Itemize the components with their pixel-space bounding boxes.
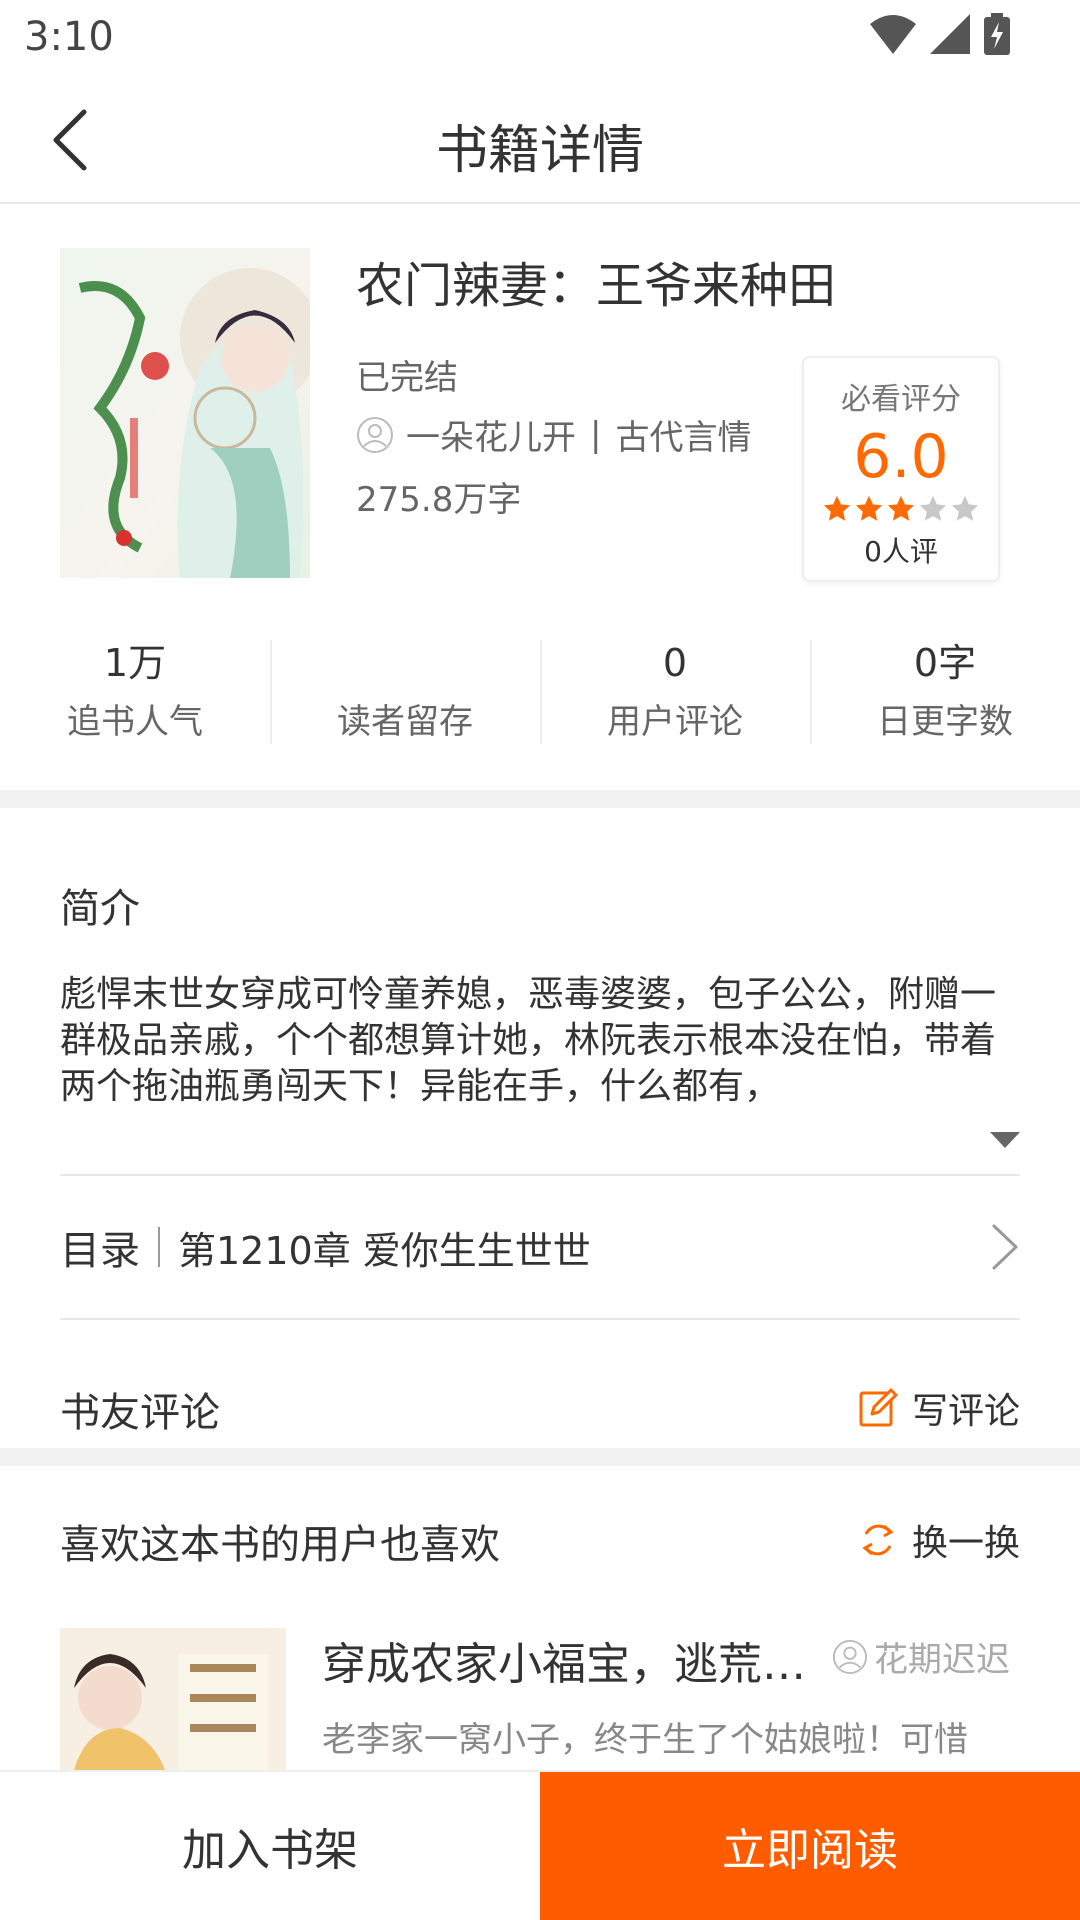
book-cover[interactable]: [60, 248, 310, 578]
bottom-bar: 加入书架 立即阅读: [0, 1770, 1080, 1920]
star-filled-icon: [887, 495, 915, 521]
toc-row[interactable]: 目录 第1210章 爱你生生世世: [60, 1192, 1020, 1302]
recommend-author-name: 花期迟迟: [874, 1640, 1010, 1680]
stats-row: 1万 追书人气 读者留存 0 用户评论 0字 日更字数: [0, 638, 1080, 746]
battery-charging-icon: [984, 13, 1010, 59]
stat-label: 日更字数: [877, 702, 1013, 742]
triangle-down-icon: [990, 1132, 1020, 1152]
recommend-title: 喜欢这本书的用户也喜欢: [60, 1522, 500, 1568]
write-comment-label: 写评论: [911, 1391, 1020, 1432]
intro-text[interactable]: 彪悍末世女穿成可怜童养媳，恶毒婆婆，包子公公，附赠一群极品亲戚，个个都想算计她，…: [60, 972, 1020, 1110]
stat-popularity: 1万 追书人气: [0, 638, 270, 746]
status-icons: [870, 13, 1010, 59]
wifi-icon: [870, 14, 916, 58]
rating-count: 0人评: [864, 535, 938, 568]
status-bar: 3:10: [0, 0, 1080, 72]
recommend-cover[interactable]: [60, 1628, 286, 1788]
rating-score: 6.0: [853, 422, 949, 492]
comments-title: 书友评论: [60, 1390, 220, 1436]
refresh-label: 换一换: [911, 1523, 1020, 1564]
write-comment-button[interactable]: 写评论: [858, 1382, 1020, 1434]
stat-value: 0: [662, 641, 688, 685]
edit-icon: [858, 1388, 912, 1428]
star-filled-icon: [823, 495, 851, 521]
chevron-right-icon: [990, 1222, 1020, 1276]
add-to-shelf-button[interactable]: 加入书架: [0, 1772, 540, 1920]
status-time: 3:10: [24, 14, 114, 60]
refresh-recommend-button[interactable]: 换一换: [858, 1514, 1020, 1566]
recommend-author: 花期迟迟: [832, 1632, 1010, 1681]
refresh-icon: [858, 1520, 912, 1560]
divider: [60, 1174, 1020, 1176]
stat-daily-words: 0字 日更字数: [810, 638, 1080, 746]
author-name: 一朵花儿开: [406, 418, 576, 458]
stat-retention: 读者留存: [270, 638, 540, 746]
user-icon: [356, 416, 394, 454]
page-title: 书籍详情: [435, 121, 644, 181]
read-now-button[interactable]: 立即阅读: [540, 1772, 1080, 1920]
stat-comments: 0 用户评论: [540, 638, 810, 746]
book-header: 农门辣妻：王爷来种田 已完结 一朵花儿开 | 古代言情 275.8万字 必看评分…: [0, 206, 1080, 586]
recommend-book-title[interactable]: 穿成农家小福宝，逃荒路上开挂了: [322, 1628, 832, 1692]
stat-label: 追书人气: [67, 702, 203, 742]
author-genre-separator: |: [590, 414, 602, 455]
toc-label: 目录: [60, 1228, 140, 1274]
intro-title: 简介: [60, 886, 140, 932]
book-status: 已完结: [356, 358, 458, 398]
user-icon: [832, 1639, 874, 1675]
book-title: 农门辣妻：王爷来种田: [356, 258, 837, 314]
word-count: 275.8万字: [356, 480, 522, 520]
rating-stars: [804, 494, 998, 524]
section-divider: [0, 1448, 1080, 1466]
stat-value: 0字: [913, 641, 977, 685]
divider: [60, 1318, 1020, 1320]
author-row[interactable]: 一朵花儿开 | 古代言情: [356, 410, 751, 459]
rating-card[interactable]: 必看评分 6.0 0人评: [802, 356, 1000, 582]
expand-intro-button[interactable]: [990, 1132, 1020, 1152]
rating-label: 必看评分: [841, 382, 961, 417]
signal-icon: [930, 14, 970, 58]
latest-chapter: 第1210章 爱你生生世世: [178, 1228, 591, 1273]
section-divider: [0, 790, 1080, 808]
app-bar: 书籍详情: [0, 72, 1080, 204]
star-empty-icon: [919, 495, 947, 521]
stat-label: 读者留存: [337, 702, 473, 742]
stat-label: 用户评论: [607, 702, 743, 742]
star-filled-icon: [855, 495, 883, 521]
book-genre: 古代言情: [615, 418, 752, 458]
star-empty-icon: [951, 495, 979, 521]
recommend-desc: 老李家一窝小子，终于生了个姑娘啦！可惜: [322, 1720, 968, 1760]
stat-value: 1万: [103, 641, 167, 685]
toc-separator: [158, 1227, 160, 1267]
stat-value: [270, 638, 540, 688]
